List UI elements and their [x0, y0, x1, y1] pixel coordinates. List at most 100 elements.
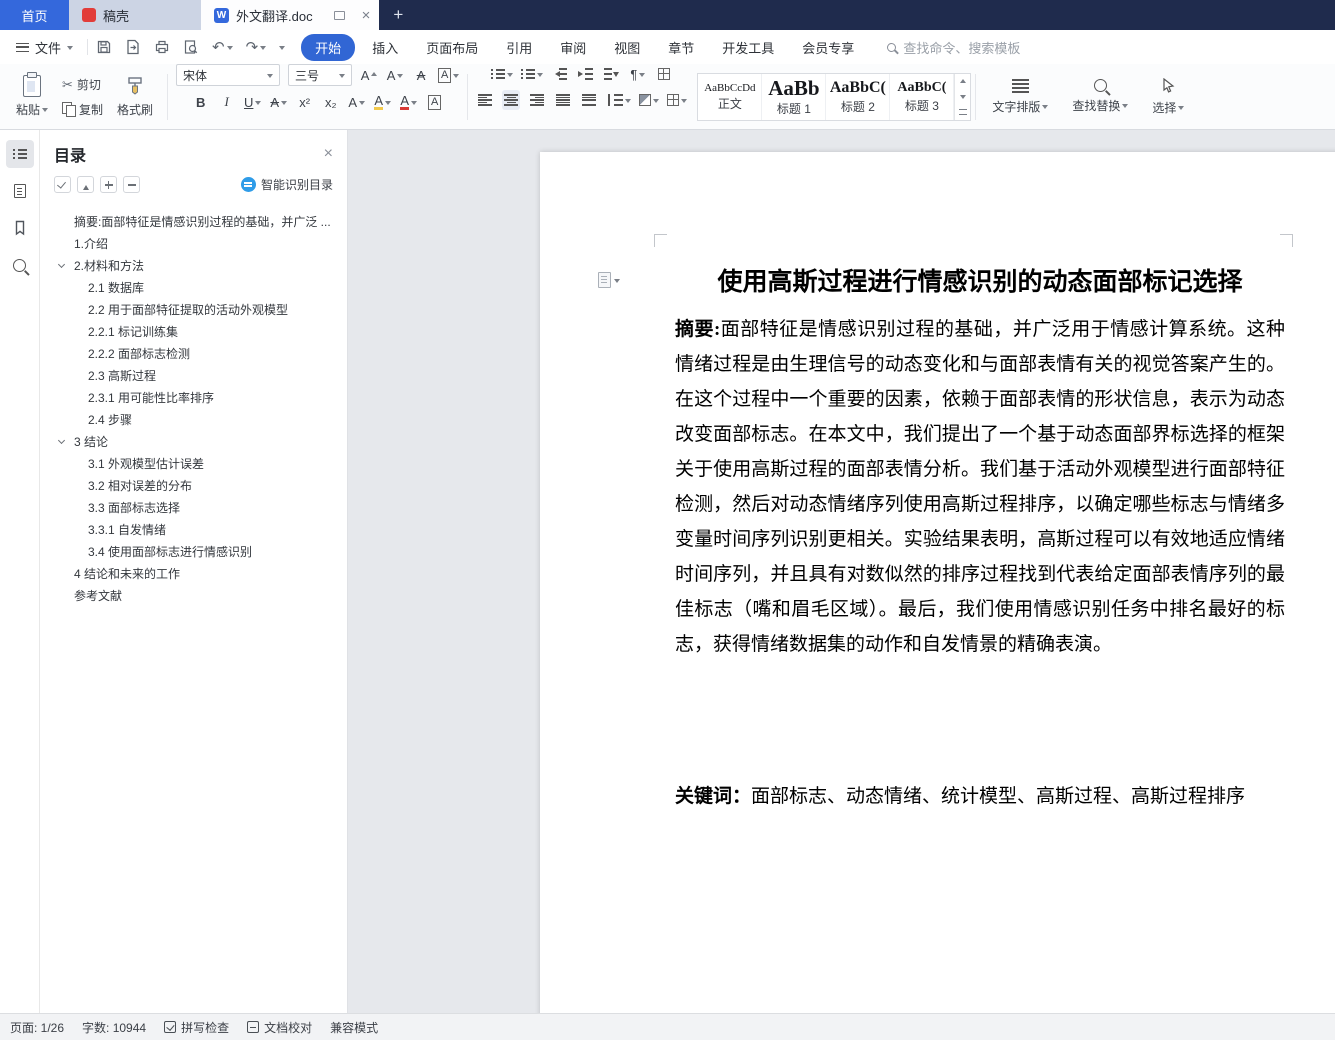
- export-button[interactable]: [125, 39, 141, 55]
- paste-button[interactable]: 粘贴: [10, 72, 54, 120]
- page-setup-button[interactable]: [598, 272, 620, 288]
- toc-item[interactable]: 摘要:面部特征是情感识别过程的基础，并广泛 ...: [40, 211, 339, 233]
- strikethrough-button[interactable]: A: [270, 92, 288, 112]
- show-marks-button[interactable]: ¶: [629, 64, 647, 84]
- grow-font-button[interactable]: A: [360, 65, 378, 85]
- decrease-indent-button[interactable]: [551, 64, 569, 84]
- new-tab-button[interactable]: +: [379, 0, 417, 30]
- cut-button[interactable]: ✂ 剪切: [62, 76, 103, 93]
- toc-expand-button[interactable]: [100, 176, 117, 193]
- page-indicator[interactable]: 页面: 1/26: [10, 1019, 64, 1036]
- doc-proofread-button[interactable]: 文档校对: [247, 1019, 312, 1036]
- toc-item[interactable]: 4 结论和未来的工作: [40, 563, 339, 585]
- file-menu-button[interactable]: 文件: [10, 38, 79, 57]
- menu-tab-references[interactable]: 引用: [495, 34, 543, 61]
- superscript-button[interactable]: x²: [296, 92, 314, 112]
- styles-scroll-down[interactable]: [955, 89, 970, 104]
- justify-button[interactable]: [554, 90, 572, 110]
- toc-item[interactable]: 2.2.1 标记训练集: [40, 321, 339, 343]
- align-right-button[interactable]: [528, 90, 546, 110]
- document-page[interactable]: 使用高斯过程进行情感识别的动态面部标记选择 摘要:面部特征是情感识别过程的基础，…: [540, 152, 1335, 1013]
- borders-button[interactable]: [667, 90, 688, 110]
- toc-item[interactable]: 2.4 步骤: [40, 409, 339, 431]
- bullets-button[interactable]: [490, 64, 513, 84]
- copy-button[interactable]: 复制: [62, 101, 103, 118]
- toc-item[interactable]: 2.1 数据库: [40, 277, 339, 299]
- increase-indent-button[interactable]: [577, 64, 595, 84]
- character-border-button[interactable]: A: [426, 92, 444, 112]
- menu-tab-view[interactable]: 视图: [603, 34, 651, 61]
- app-tab[interactable]: 稿壳: [69, 0, 201, 30]
- command-search[interactable]: 查找命令、搜索模板: [887, 38, 1020, 57]
- toc-item[interactable]: 2.材料和方法: [40, 255, 339, 277]
- numbering-button[interactable]: [520, 64, 543, 84]
- toc-item[interactable]: 2.2 用于面部特征提取的活动外观模型: [40, 299, 339, 321]
- line-spacing-button[interactable]: [606, 90, 632, 110]
- toc-panel-button[interactable]: [5, 140, 34, 168]
- menu-tab-insert[interactable]: 插入: [361, 34, 409, 61]
- menu-tab-review[interactable]: 审阅: [549, 34, 597, 61]
- smart-toc-button[interactable]: 智能识别目录: [240, 176, 333, 193]
- sort-button[interactable]: [603, 64, 621, 84]
- collapse-arrow-icon[interactable]: [57, 436, 66, 445]
- bookmark-button[interactable]: [6, 214, 34, 242]
- menu-tab-member[interactable]: 会员专享: [791, 34, 865, 61]
- collapse-arrow-icon[interactable]: [57, 260, 66, 269]
- toc-item[interactable]: 1.介绍: [40, 233, 339, 255]
- subscript-button[interactable]: x₂: [322, 92, 340, 112]
- section-nav-button[interactable]: [6, 177, 34, 205]
- toc-collapse-button[interactable]: [123, 176, 140, 193]
- toc-item[interactable]: 2.2.2 面部标志检测: [40, 343, 339, 365]
- menu-tab-page-layout[interactable]: 页面布局: [415, 34, 489, 61]
- styles-scroll-up[interactable]: [955, 74, 970, 89]
- redo-button[interactable]: ↷: [246, 40, 267, 55]
- font-size-select[interactable]: 三号: [288, 64, 353, 86]
- toc-locate-button[interactable]: [54, 176, 71, 193]
- word-count[interactable]: 字数: 10944: [82, 1019, 146, 1036]
- compat-mode-label[interactable]: 兼容模式: [330, 1019, 378, 1036]
- undo-button[interactable]: ↶: [212, 40, 233, 55]
- toc-item[interactable]: 2.3 高斯过程: [40, 365, 339, 387]
- align-center-button[interactable]: [502, 90, 521, 110]
- search-panel-button[interactable]: [6, 251, 34, 279]
- spell-check-button[interactable]: 拼写检查: [164, 1019, 229, 1036]
- toc-item[interactable]: 3.4 使用面部标志进行情感识别: [40, 541, 339, 563]
- print-preview-button[interactable]: [183, 39, 199, 55]
- format-painter-button[interactable]: 格式刷: [111, 74, 159, 120]
- save-button[interactable]: [96, 39, 112, 55]
- toc-item[interactable]: 3 结论: [40, 431, 339, 453]
- toc-item[interactable]: 参考文献: [40, 585, 339, 607]
- underline-button[interactable]: U: [244, 92, 262, 112]
- toc-item[interactable]: 3.3.1 自发情绪: [40, 519, 339, 541]
- toc-item[interactable]: 3.3 面部标志选择: [40, 497, 339, 519]
- clear-format-button[interactable]: A: [412, 65, 430, 85]
- home-tab[interactable]: 首页: [0, 0, 69, 30]
- italic-button[interactable]: I: [218, 92, 236, 112]
- phonetic-guide-button[interactable]: A: [438, 65, 460, 85]
- toc-collapse-all-button[interactable]: [77, 176, 94, 193]
- distribute-button[interactable]: [580, 90, 598, 110]
- highlight-color-button[interactable]: A: [374, 92, 392, 112]
- shrink-font-button[interactable]: A: [386, 65, 404, 85]
- styles-gallery-more[interactable]: [955, 104, 970, 119]
- toc-item[interactable]: 3.1 外观模型估计误差: [40, 453, 339, 475]
- select-tool[interactable]: 选择: [1140, 77, 1196, 116]
- print-button[interactable]: [154, 39, 170, 55]
- document-canvas[interactable]: 使用高斯过程进行情感识别的动态面部标记选择 摘要:面部特征是情感识别过程的基础，…: [348, 130, 1335, 1013]
- font-color-button[interactable]: A: [400, 92, 418, 112]
- style-heading-3[interactable]: AaBbC( 标题 3: [890, 73, 955, 120]
- close-doc-icon[interactable]: ×: [362, 8, 371, 23]
- menu-tab-home[interactable]: 开始: [301, 33, 356, 61]
- document-content[interactable]: 使用高斯过程进行情感识别的动态面部标记选择 摘要:面部特征是情感识别过程的基础，…: [540, 152, 1335, 812]
- close-icon[interactable]: ×: [324, 146, 333, 162]
- text-layout-tool[interactable]: 文字排版: [980, 78, 1060, 115]
- toolbar-overflow-button[interactable]: [279, 42, 286, 53]
- style-heading-1[interactable]: AaBb 标题 1: [762, 73, 827, 120]
- toc-item[interactable]: 3.2 相对误差的分布: [40, 475, 339, 497]
- font-name-select[interactable]: 宋体: [176, 64, 281, 86]
- style-normal[interactable]: AaBbCcDd 正文: [698, 73, 763, 120]
- style-heading-2[interactable]: AaBbC( 标题 2: [826, 73, 891, 120]
- align-left-button[interactable]: [476, 90, 494, 110]
- menu-tab-dev-tools[interactable]: 开发工具: [711, 34, 785, 61]
- document-tab[interactable]: W 外文翻译.doc ×: [201, 0, 380, 30]
